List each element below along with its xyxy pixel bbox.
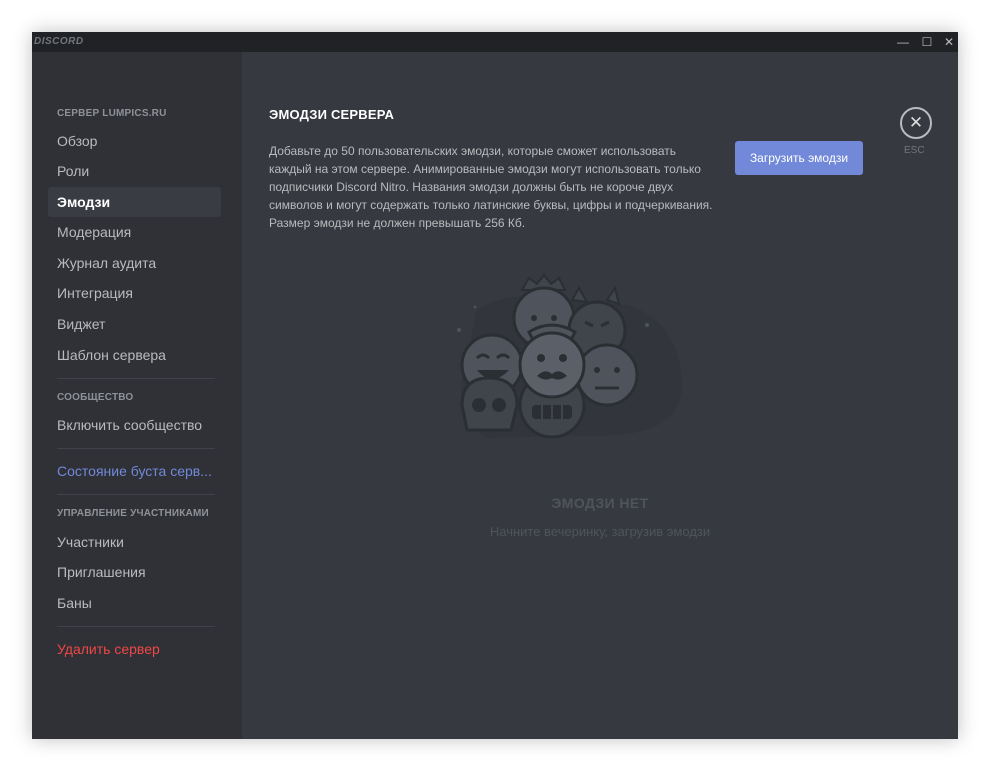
sparkle-icon	[645, 323, 649, 327]
nav-delete-server[interactable]: Удалить сервер	[48, 634, 221, 664]
nav-widget[interactable]: Виджет	[48, 309, 221, 339]
nav-overview[interactable]: Обзор	[48, 126, 221, 156]
nav-invites[interactable]: Приглашения	[48, 557, 221, 587]
page-description: Добавьте до 50 пользовательских эмодзи, …	[269, 144, 713, 230]
page-title: ЭМОДЗИ СЕРВЕРА	[269, 107, 395, 122]
discord-window: DISCORD — ☐ ✕ СЕРВЕР LUMPICS.RU Обзор Ро…	[32, 32, 958, 739]
sparkle-icon	[457, 328, 461, 332]
settings-sidebar: СЕРВЕР LUMPICS.RU Обзор Роли Эмодзи Моде…	[32, 52, 236, 739]
section-header-community: СООБЩЕСТВО	[57, 392, 134, 403]
divider	[57, 448, 215, 449]
maximize-button[interactable]: ☐	[916, 33, 938, 51]
divider	[57, 494, 215, 495]
empty-state-title: ЭМОДЗИ НЕТ	[551, 495, 649, 511]
section-header-server: СЕРВЕР LUMPICS.RU	[57, 108, 167, 119]
close-icon: ✕	[908, 113, 924, 132]
nav-roles[interactable]: Роли	[48, 156, 221, 186]
upload-emoji-button[interactable]: Загрузить эмодзи	[735, 141, 863, 175]
close-settings-button[interactable]: ✕	[900, 107, 932, 139]
esc-label: ESC	[904, 145, 925, 156]
nav-members[interactable]: Участники	[48, 527, 221, 557]
nav-boost-status[interactable]: Состояние буста серв...	[48, 456, 221, 486]
mustache-emoji-icon	[518, 323, 586, 399]
divider	[57, 378, 215, 379]
empty-emoji-illustration	[457, 273, 683, 439]
nav-server-template[interactable]: Шаблон сервера	[48, 340, 221, 370]
nav-emoji[interactable]: Эмодзи	[48, 187, 221, 217]
neutral-emoji-icon	[575, 343, 639, 407]
nav-audit-log[interactable]: Журнал аудита	[48, 248, 221, 278]
section-header-members: УПРАВЛЕНИЕ УЧАСТНИКАМИ	[57, 508, 209, 519]
title-bar: DISCORD — ☐ ✕	[32, 32, 958, 52]
window-close-button[interactable]: ✕	[938, 33, 958, 51]
empty-state-subtitle: Начните вечеринку, загрузив эмодзи	[489, 524, 711, 539]
sparkle-icon	[473, 305, 477, 309]
nav-moderation[interactable]: Модерация	[48, 217, 221, 247]
divider	[57, 626, 215, 627]
nav-enable-community[interactable]: Включить сообщество	[48, 410, 221, 440]
app-brand: DISCORD	[34, 36, 84, 47]
nav-integrations[interactable]: Интеграция	[48, 278, 221, 308]
main-content: ЭМОДЗИ СЕРВЕРА Добавьте до 50 пользовате…	[242, 52, 958, 739]
minimize-button[interactable]: —	[892, 33, 914, 51]
skull-emoji-icon	[460, 376, 519, 432]
nav-bans[interactable]: Баны	[48, 588, 221, 618]
